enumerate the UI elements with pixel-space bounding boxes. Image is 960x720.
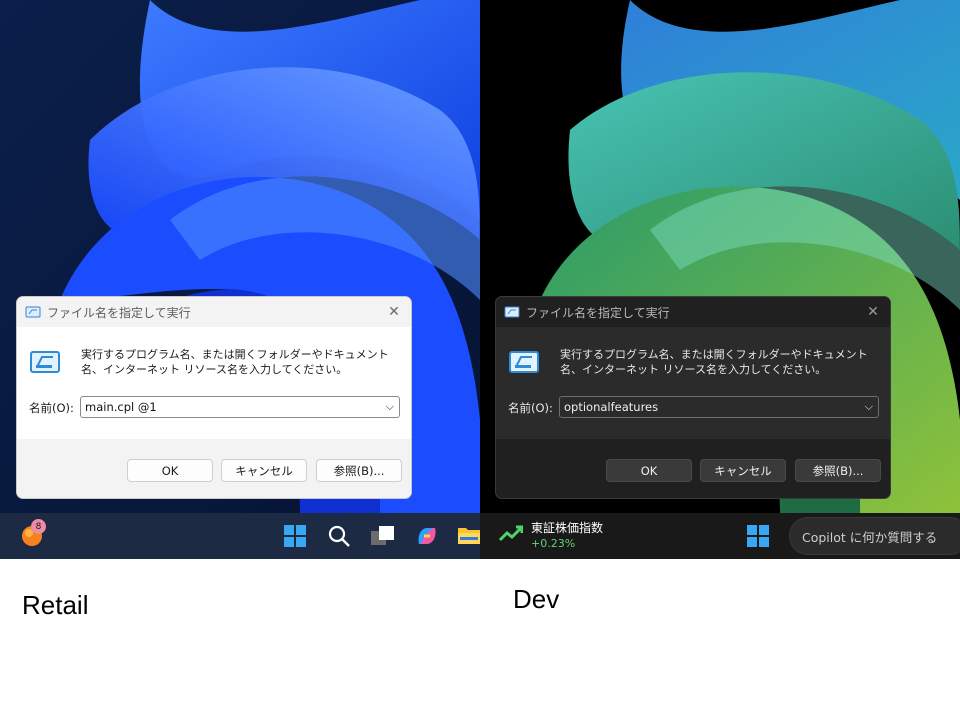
run-title-icon bbox=[25, 306, 41, 318]
name-value[interactable]: main.cpl @1 bbox=[85, 400, 157, 414]
dialog-description: 実行するプログラム名、または開くフォルダーやドキュメント名、インターネット リソ… bbox=[560, 348, 868, 376]
dialog-footer: OK キャンセル 参照(B)... bbox=[17, 439, 411, 498]
close-button[interactable]: ✕ bbox=[383, 301, 405, 323]
widget-badge: 8 bbox=[31, 519, 46, 534]
dev-screen: ファイル名を指定して実行 ✕ 実行するプログラム名、または開くフォルダーやドキュ… bbox=[480, 0, 960, 513]
file-explorer-icon[interactable] bbox=[458, 524, 480, 546]
chevron-down-icon[interactable]: ⌵ bbox=[386, 400, 394, 414]
retail-caption: Retail bbox=[22, 590, 89, 620]
dialog-titlebar[interactable]: ファイル名を指定して実行 ✕ bbox=[17, 297, 411, 327]
run-dialog: ファイル名を指定して実行 ✕ 実行するプログラム名、または開くフォルダーやドキュ… bbox=[16, 296, 412, 499]
dev-caption: Dev bbox=[513, 584, 560, 614]
name-combobox[interactable]: main.cpl @1 ⌵ bbox=[80, 396, 400, 418]
stock-trend-icon[interactable] bbox=[499, 525, 523, 543]
name-combobox[interactable]: optionalfeatures ⌵ bbox=[559, 396, 879, 418]
run-dialog: ファイル名を指定して実行 ✕ 実行するプログラム名、または開くフォルダーやドキュ… bbox=[495, 296, 891, 499]
dialog-body: 実行するプログラム名、または開くフォルダーやドキュメント名、インターネット リソ… bbox=[496, 327, 890, 439]
dialog-titlebar[interactable]: ファイル名を指定して実行 ✕ bbox=[496, 297, 890, 327]
retail-screen: ファイル名を指定して実行 ✕ 実行するプログラム名、または開くフォルダーやドキュ… bbox=[0, 0, 480, 513]
start-icon[interactable] bbox=[283, 524, 307, 548]
copilot-icon[interactable] bbox=[415, 524, 439, 548]
stock-change: +0.23% bbox=[531, 537, 576, 550]
run-title-icon bbox=[504, 306, 520, 318]
ok-button[interactable]: OK bbox=[127, 459, 213, 482]
task-view-icon[interactable] bbox=[370, 524, 396, 548]
stock-name[interactable]: 東証株価指数 bbox=[531, 519, 603, 536]
name-value[interactable]: optionalfeatures bbox=[564, 400, 658, 414]
dialog-footer: OK キャンセル 参照(B)... bbox=[496, 439, 890, 498]
chevron-down-icon[interactable]: ⌵ bbox=[865, 400, 873, 414]
retail-taskbar bbox=[0, 513, 480, 559]
cancel-button[interactable]: キャンセル bbox=[221, 459, 307, 482]
ok-button[interactable]: OK bbox=[606, 459, 692, 482]
close-button[interactable]: ✕ bbox=[862, 301, 884, 323]
cancel-button[interactable]: キャンセル bbox=[700, 459, 786, 482]
browse-button[interactable]: 参照(B)... bbox=[316, 459, 402, 482]
start-icon[interactable] bbox=[746, 524, 770, 548]
search-icon[interactable] bbox=[327, 524, 351, 548]
name-label: 名前(O): bbox=[508, 401, 553, 415]
dialog-description: 実行するプログラム名、または開くフォルダーやドキュメント名、インターネット リソ… bbox=[81, 348, 389, 376]
dialog-title: ファイル名を指定して実行 bbox=[526, 306, 670, 320]
dialog-title: ファイル名を指定して実行 bbox=[47, 306, 191, 320]
run-icon bbox=[30, 351, 60, 373]
run-icon bbox=[509, 351, 539, 373]
dialog-body: 実行するプログラム名、または開くフォルダーやドキュメント名、インターネット リソ… bbox=[17, 327, 411, 439]
copilot-search-box[interactable]: Copilot に何か質問する bbox=[789, 517, 960, 555]
name-label: 名前(O): bbox=[29, 401, 74, 415]
browse-button[interactable]: 参照(B)... bbox=[795, 459, 881, 482]
